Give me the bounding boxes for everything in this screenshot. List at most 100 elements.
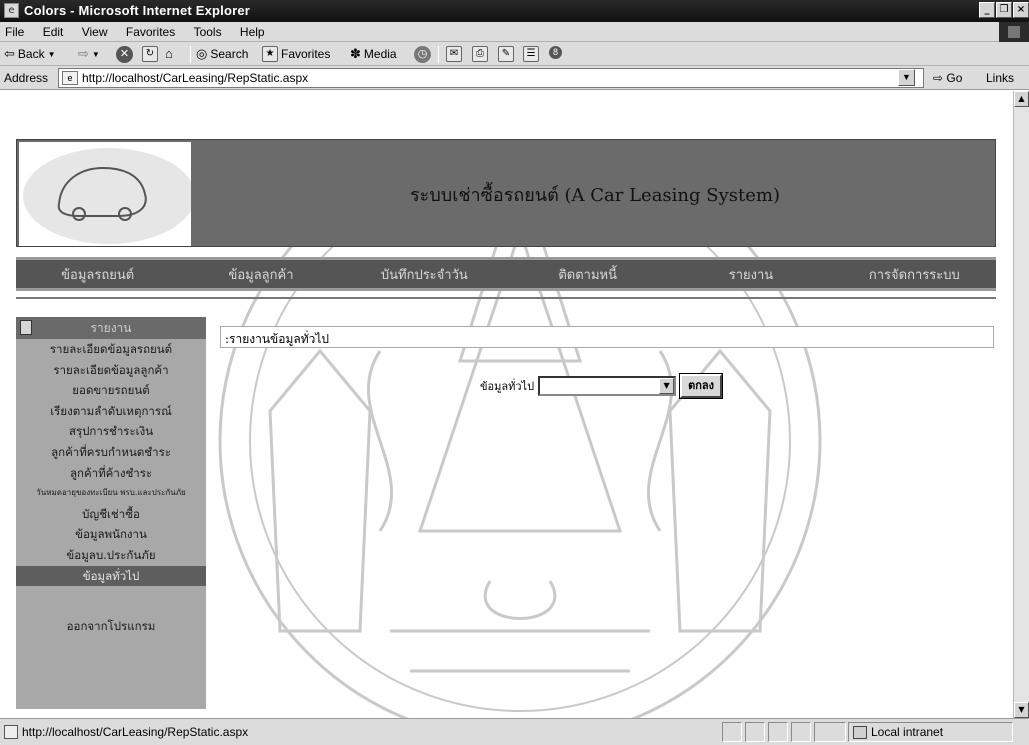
windows-logo-icon	[999, 22, 1029, 42]
ie-app-icon[interactable]: e	[4, 3, 19, 18]
go-label: Go	[946, 71, 963, 85]
menu-bar: File Edit View Favorites Tools Help	[0, 22, 1029, 42]
close-button[interactable]: ×	[1013, 2, 1029, 18]
media-icon: ✽	[350, 46, 361, 61]
security-zone: Local intranet	[853, 725, 943, 739]
menu-edit[interactable]: Edit	[35, 22, 71, 39]
menu-file[interactable]: File	[0, 22, 31, 39]
refresh-icon: ↻	[142, 46, 158, 62]
search-button[interactable]: ◎ Search	[196, 46, 248, 62]
media-button[interactable]: ✽ Media	[350, 46, 397, 62]
sidebar-item-payment-summary[interactable]: สรุปการชำระเงิน	[16, 421, 206, 442]
ok-button[interactable]: ตกลง	[679, 373, 724, 399]
address-bar: Address e http://localhost/CarLeasing/Re…	[0, 66, 1029, 90]
history-icon: ◷	[414, 46, 431, 63]
menu-favorites[interactable]: Favorites	[118, 22, 182, 39]
header-banner: ระบบเช่าซื้อรถยนต์ (A Car Leasing System…	[16, 139, 996, 247]
status-bar: http://localhost/CarLeasing/RepStatic.as…	[0, 718, 1029, 745]
status-pane	[768, 722, 788, 742]
address-dropdown-button[interactable]: ▼	[898, 69, 915, 86]
sidebar-item-overdue-customers[interactable]: ลูกค้าที่ค้างชำระ	[16, 463, 206, 484]
nav-system-admin[interactable]: การจัดการระบบ	[833, 264, 996, 285]
discuss-button[interactable]: ☰	[523, 46, 539, 62]
header-divider	[16, 297, 996, 299]
sidebar-item-insurance-data[interactable]: ข้อมูลบ.ประกันภัย	[16, 545, 206, 566]
section-title: :รายงานข้อมูลทั่วไป	[220, 326, 994, 348]
back-arrow-icon: ⇦	[4, 46, 15, 61]
nav-customer-data[interactable]: ข้อมูลลูกค้า	[179, 264, 342, 285]
sidebar-item-car-sales[interactable]: ยอดขายรถยนต์	[16, 380, 206, 401]
toolbar-separator	[438, 46, 439, 63]
sidebar-item-leasing-accounts[interactable]: บัญชีเช่าซื้อ	[16, 504, 206, 525]
toolbar-separator	[190, 46, 191, 63]
back-label: Back	[17, 47, 45, 61]
print-button[interactable]: ⎙	[472, 46, 488, 62]
back-button[interactable]: ⇦ Back ▼	[4, 46, 56, 62]
history-button[interactable]: ◷	[414, 46, 431, 63]
sidebar-item-car-details[interactable]: รายละเอียดข้อมูลรถยนต์	[16, 339, 206, 360]
mail-button[interactable]: ✉	[446, 46, 462, 62]
media-label: Media	[363, 47, 397, 61]
nav-debt-tracking[interactable]: ติดตามหนี้	[506, 264, 669, 285]
forward-button[interactable]: ⇨ ▼	[78, 46, 100, 62]
sidebar-item-general-data[interactable]: ข้อมูลทั่วไป	[16, 565, 206, 587]
links-button[interactable]: Links	[986, 71, 1014, 85]
status-pane	[814, 722, 846, 742]
edit-button[interactable]: ✎	[498, 46, 514, 62]
restore-button[interactable]: ❐	[996, 2, 1012, 18]
nav-daily-record[interactable]: บันทึกประจำวัน	[343, 264, 506, 285]
forward-arrow-icon: ⇨	[78, 46, 89, 61]
nav-reports[interactable]: รายงาน	[669, 264, 832, 285]
sidebar-item-employee-data[interactable]: ข้อมูลพนักงาน	[16, 524, 206, 545]
vertical-scrollbar[interactable]: ▲ ▼	[1013, 91, 1029, 718]
menu-help[interactable]: Help	[232, 22, 272, 39]
nav-car-data[interactable]: ข้อมูลรถยนต์	[16, 264, 179, 285]
general-data-label: ข้อมูลทั่วไป	[480, 380, 535, 393]
go-arrow-icon: ⇨	[933, 71, 944, 85]
sidebar-item-exit[interactable]: ออกจากโปรแกรม	[16, 616, 206, 637]
car-outline-icon	[23, 148, 195, 244]
status-pane	[791, 722, 811, 742]
address-label: Address	[4, 71, 49, 85]
report-sidebar: รายงาน รายละเอียดข้อมูลรถยนต์ รายละเอียด…	[16, 317, 206, 709]
search-icon: ◎	[196, 46, 208, 61]
home-button[interactable]: ⌂	[165, 46, 173, 61]
mail-icon: ✉	[446, 46, 462, 62]
page-status-icon	[4, 725, 18, 739]
go-button[interactable]: ⇨ Go	[933, 71, 962, 85]
scroll-up-icon[interactable]: ▲	[1014, 91, 1029, 107]
site-title: ระบบเช่าซื้อรถยนต์ (A Car Leasing System…	[410, 184, 780, 206]
address-input[interactable]: e http://localhost/CarLeasing/RepStatic.…	[58, 68, 924, 88]
window-title: Colors - Microsoft Internet Explorer	[24, 3, 251, 18]
sidebar-item-customer-details[interactable]: รายละเอียดข้อมูลลูกค้า	[16, 360, 206, 381]
messenger-button[interactable]: 8	[549, 46, 562, 59]
links-label: Links	[986, 71, 1015, 85]
window-controls: _ ❐ ×	[979, 2, 1029, 18]
page-icon: e	[62, 71, 78, 85]
menu-view[interactable]: View	[74, 22, 115, 39]
menu-tools[interactable]: Tools	[186, 22, 229, 39]
chevron-down-icon[interactable]: ▼	[659, 378, 675, 394]
status-pane	[722, 722, 742, 742]
car-logo	[19, 142, 195, 246]
sidebar-item-due-customers[interactable]: ลูกค้าที่ครบกำหนดชำระ	[16, 442, 206, 463]
favorites-button[interactable]: ★ Favorites	[262, 46, 330, 62]
scroll-down-icon[interactable]: ▼	[1014, 702, 1029, 718]
general-data-select[interactable]: ▼	[538, 376, 677, 396]
stop-button[interactable]: ✕	[116, 46, 133, 63]
standard-toolbar: ⇦ Back ▼ ⇨ ▼ ✕ ↻ ⌂ ◎ Search ★ Favorites …	[0, 42, 1029, 66]
sidebar-heading: รายงาน	[16, 317, 206, 339]
discuss-icon: ☰	[523, 46, 539, 62]
search-label: Search	[210, 47, 249, 61]
sidebar-item-events-order[interactable]: เรียงตามลำดับเหตุการณ์	[16, 401, 206, 422]
zone-label: Local intranet	[871, 725, 944, 739]
minimize-button[interactable]: _	[979, 2, 995, 18]
print-icon: ⎙	[472, 46, 488, 62]
favorites-label: Favorites	[281, 47, 331, 61]
sidebar-item-expiry-dates[interactable]: วันหมดอายุของทะเบียน พรบ.และประกันภัย	[16, 483, 206, 504]
refresh-button[interactable]: ↻	[142, 46, 158, 62]
title-bar: e Colors - Microsoft Internet Explorer _…	[0, 0, 1029, 22]
main-nav: ข้อมูลรถยนต์ ข้อมูลลูกค้า บันทึกประจำวัน…	[16, 257, 996, 291]
intranet-icon	[853, 725, 867, 739]
